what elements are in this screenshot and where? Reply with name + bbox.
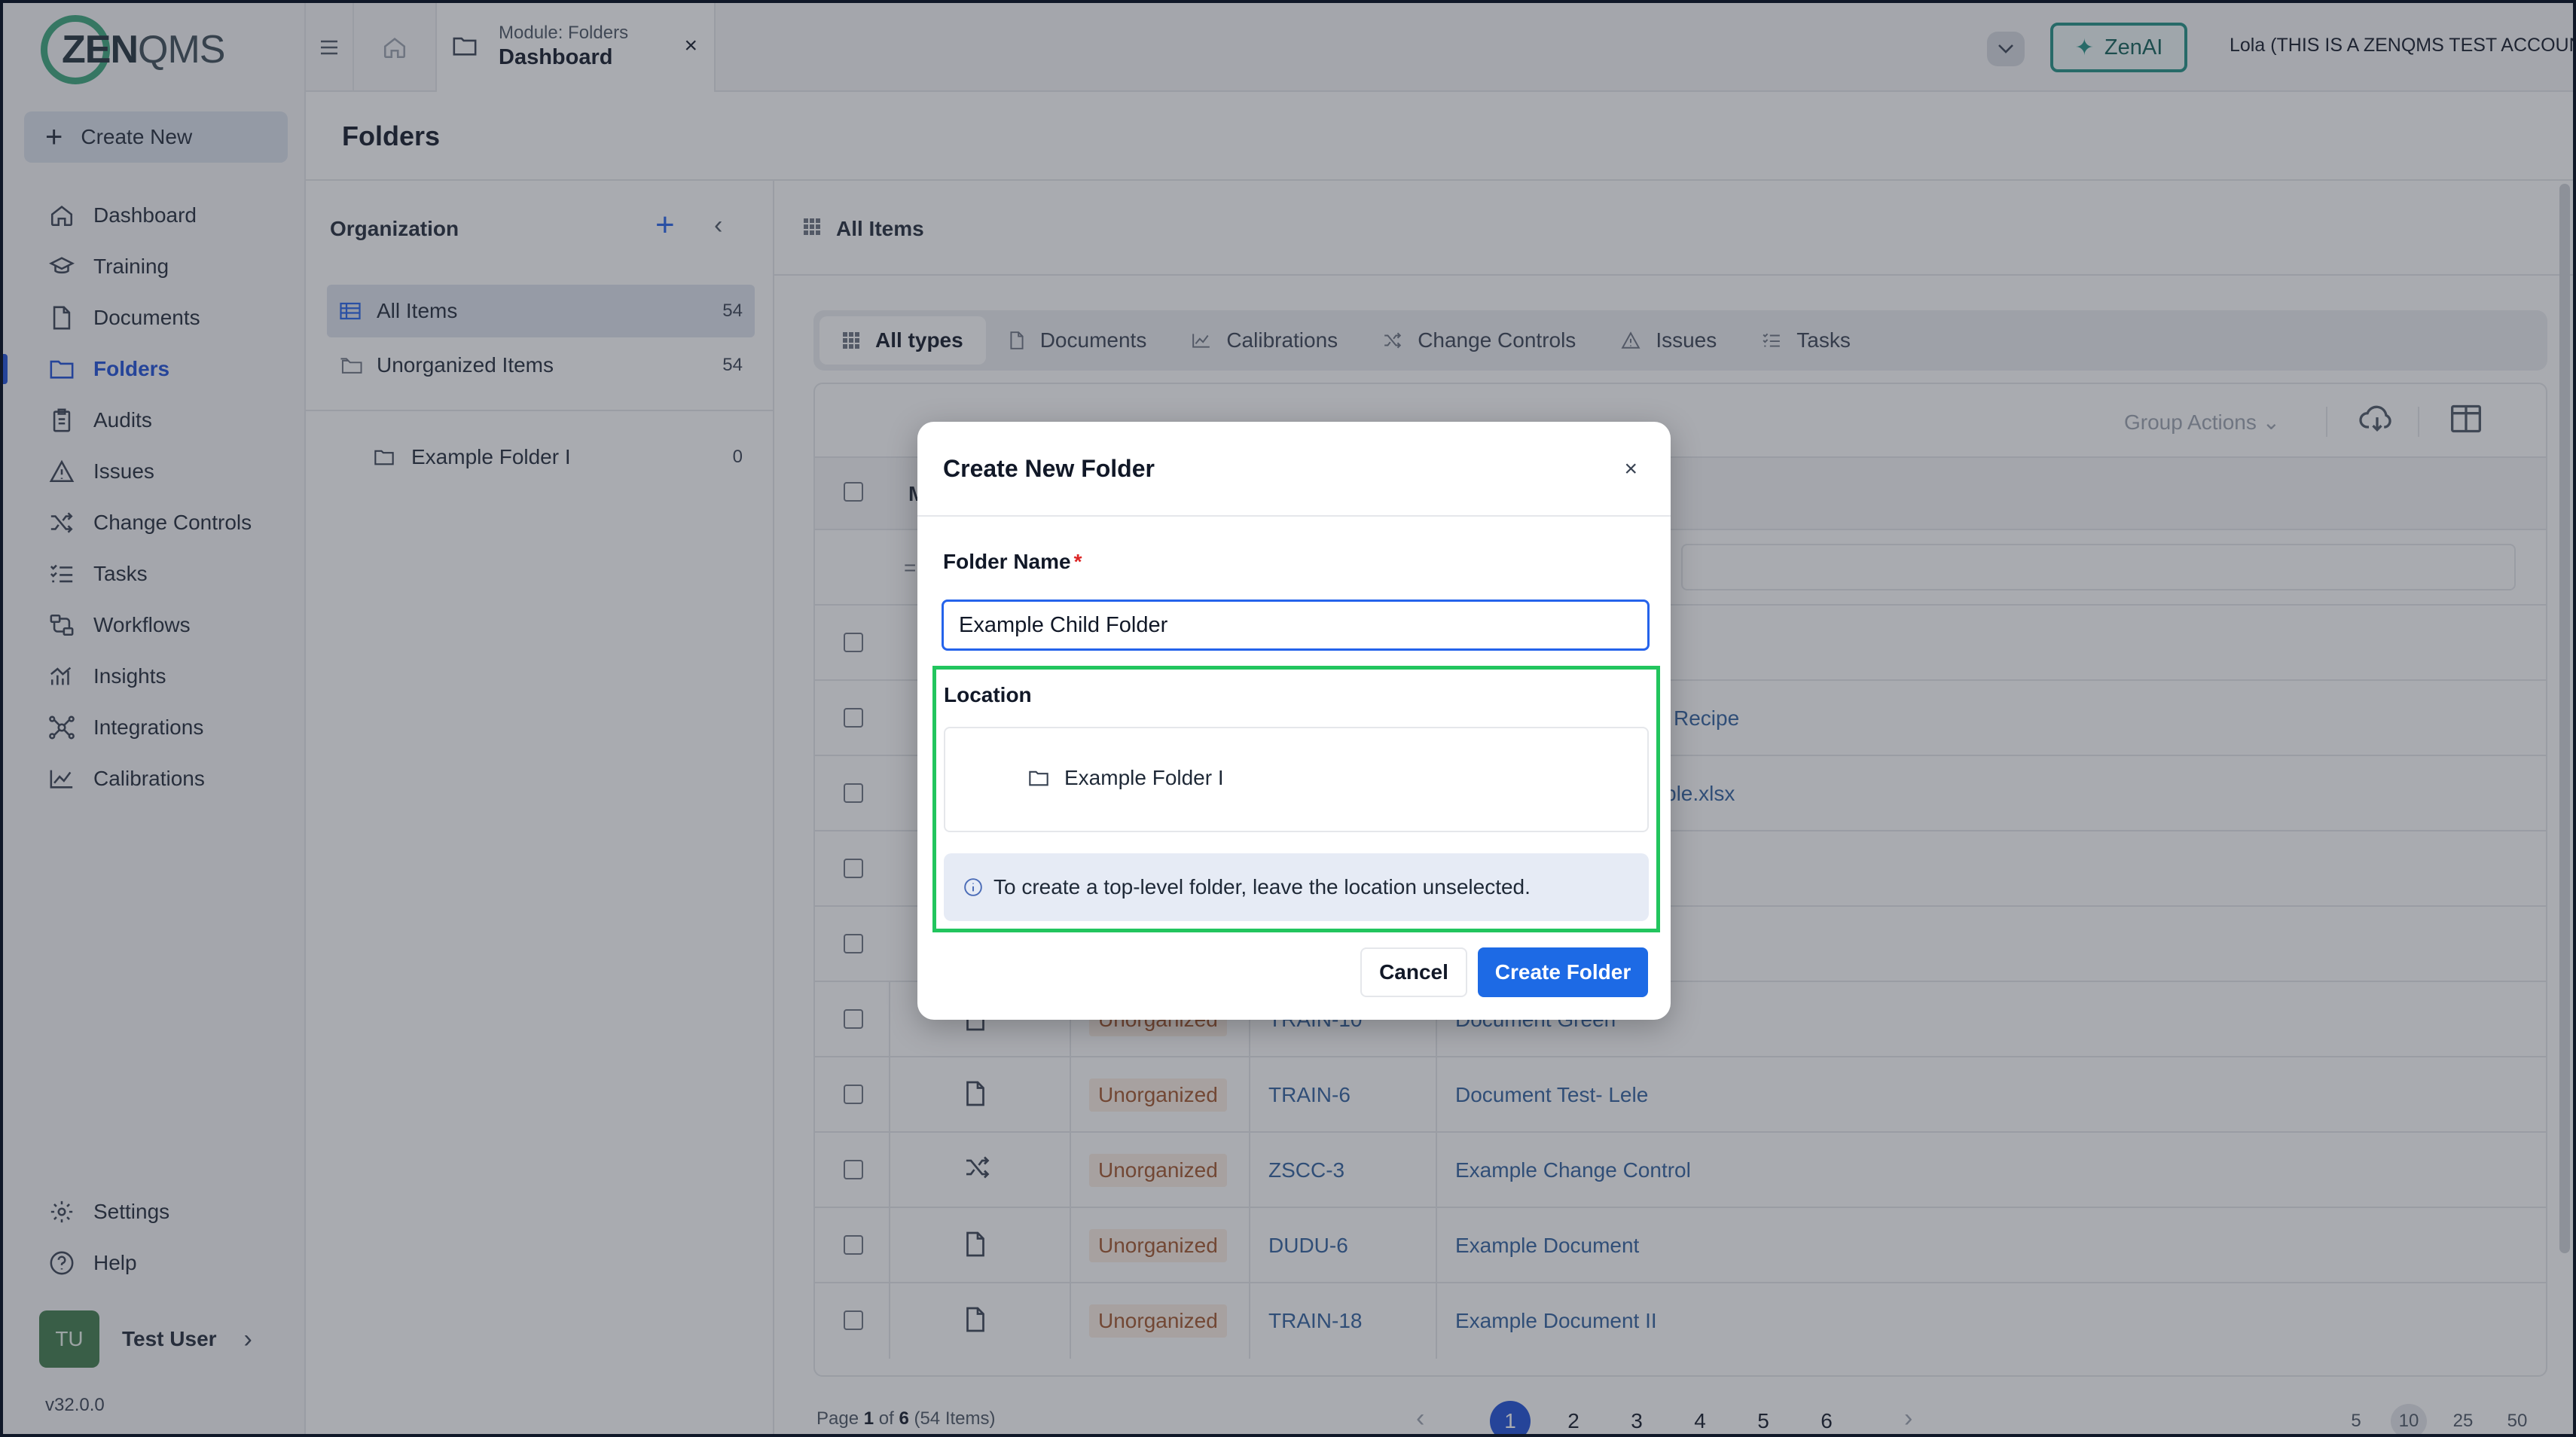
dialog-title: Create New Folder <box>943 455 1155 482</box>
cancel-button[interactable]: Cancel <box>1360 947 1467 997</box>
app-window: ZENQMS + Create New Dashboard Training D… <box>0 0 2576 1437</box>
location-section-highlight: Location Example Folder I To create a to… <box>932 666 1660 932</box>
folder-name-input[interactable] <box>942 600 1650 651</box>
location-label: Location <box>944 683 1032 706</box>
location-info-note: To create a top-level folder, leave the … <box>944 853 1649 921</box>
location-item-label: Example Folder I <box>1064 766 1224 789</box>
folder-name-label: Folder Name * <box>943 550 1082 574</box>
create-folder-button[interactable]: Create Folder <box>1478 947 1648 997</box>
folder-icon <box>1028 769 1049 787</box>
divider <box>917 515 1671 517</box>
folder-name-label-text: Folder Name <box>943 550 1071 573</box>
close-icon[interactable]: × <box>1624 456 1637 482</box>
required-marker: * <box>1073 550 1082 573</box>
info-text: To create a top-level folder, leave the … <box>993 875 1531 899</box>
location-item-example-folder-i[interactable]: Example Folder I <box>1028 766 1224 790</box>
info-icon <box>963 877 983 897</box>
location-tree: Example Folder I <box>944 727 1649 832</box>
create-folder-dialog: Create New Folder × Folder Name* Locatio… <box>917 422 1671 1020</box>
